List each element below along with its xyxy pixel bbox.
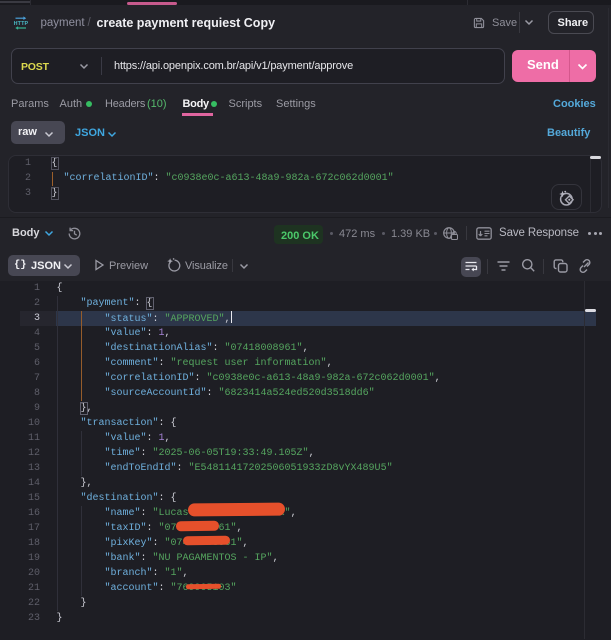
svg-text:HTTP: HTTP	[14, 21, 29, 27]
